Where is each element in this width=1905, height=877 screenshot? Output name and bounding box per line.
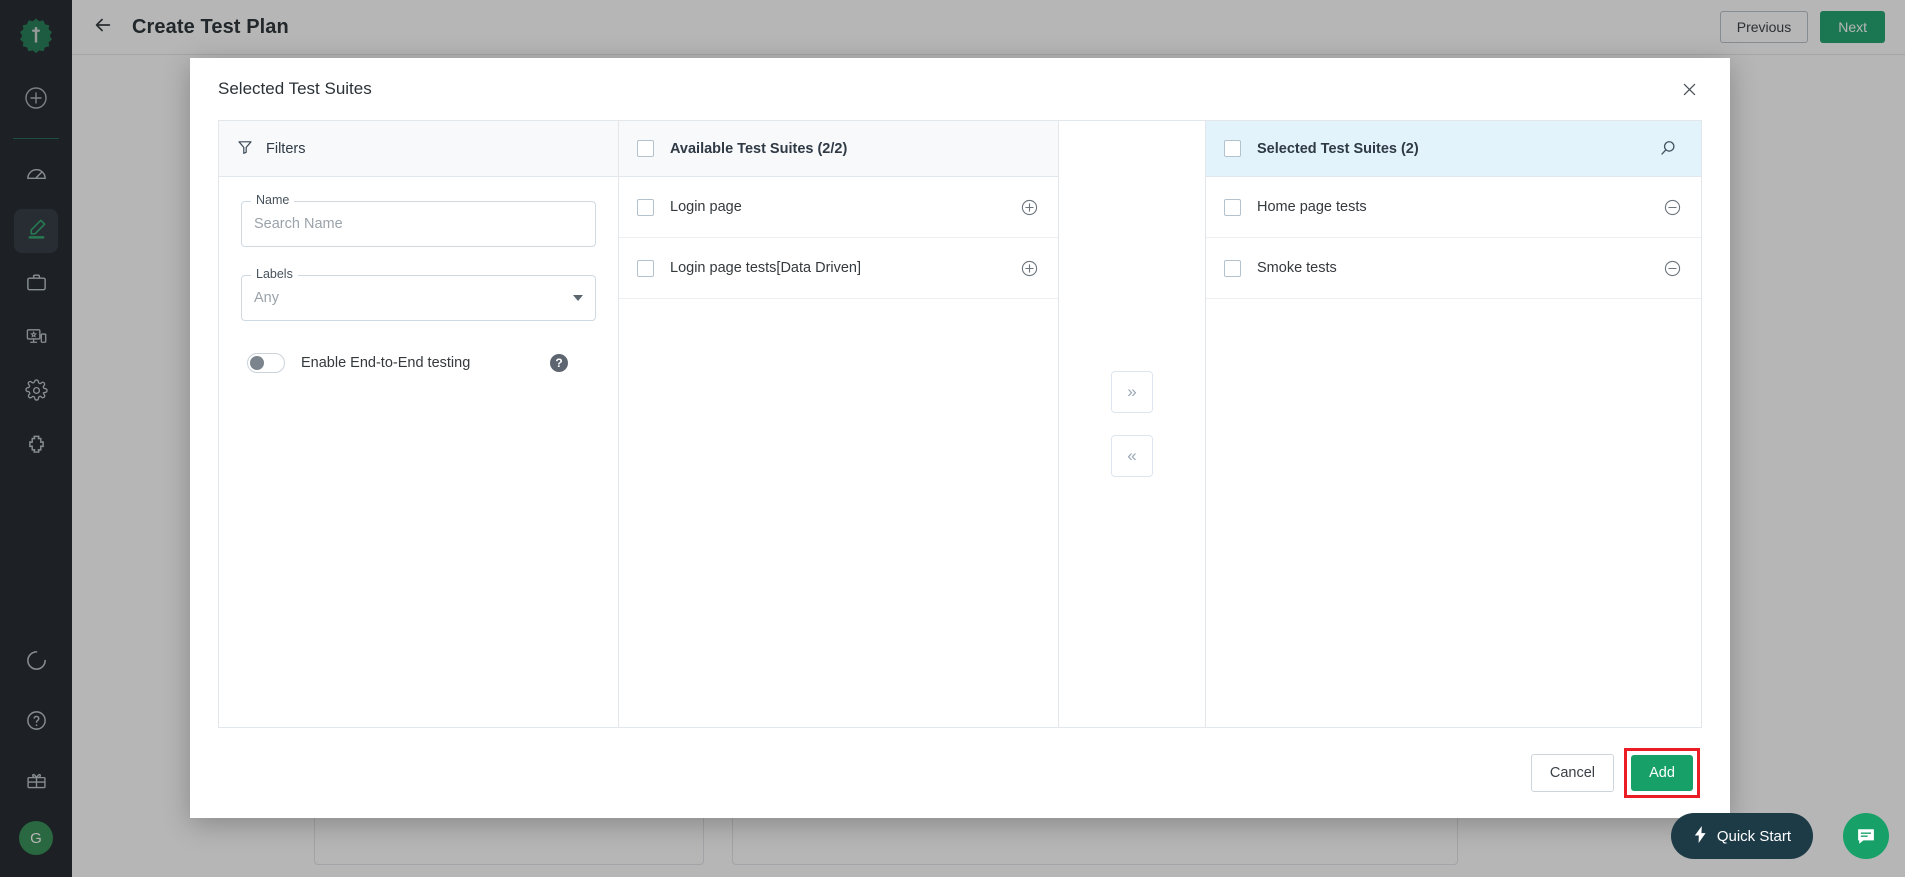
chevron-down-icon — [573, 295, 583, 301]
available-select-all-checkbox[interactable] — [637, 140, 654, 157]
dialog-footer: Cancel Add — [190, 728, 1730, 818]
enable-end-to-end-label: Enable End-to-End testing — [301, 355, 471, 371]
name-field-legend: Name — [251, 193, 295, 207]
selected-list: Home page tests Smoke tests — [1206, 177, 1701, 727]
labels-select[interactable]: Any — [241, 275, 596, 321]
selected-row-label: Smoke tests — [1257, 260, 1337, 276]
lightning-bolt-icon — [1693, 825, 1708, 847]
labels-filter-field: Labels Any — [241, 267, 596, 321]
selected-header: Selected Test Suites (2) — [1206, 121, 1701, 177]
funnel-filter-icon — [237, 139, 253, 159]
filters-body: Name Search Name Labels Any Enable End-t… — [219, 177, 618, 373]
enable-end-to-end-toggle[interactable] — [247, 353, 285, 373]
minus-circle-outline-icon[interactable] — [1661, 257, 1683, 279]
search-name-placeholder: Search Name — [254, 216, 343, 232]
chat-bubble-icon[interactable] — [1843, 813, 1889, 859]
list-item[interactable]: Home page tests — [1206, 177, 1701, 238]
available-header-label: Available Test Suites (2/2) — [670, 140, 848, 157]
help-circle-icon[interactable]: ? — [550, 354, 568, 372]
list-item[interactable]: Smoke tests — [1206, 238, 1701, 299]
end-to-end-toggle-row: Enable End-to-End testing ? — [241, 349, 596, 373]
add-button[interactable]: Add — [1631, 755, 1693, 791]
add-button-highlight: Add — [1624, 748, 1700, 798]
selected-test-suites-panel: Selected Test Suites (2) Home page tests — [1206, 121, 1701, 727]
filters-panel: Filters Name Search Name Labels Any Enab… — [219, 121, 619, 727]
selected-header-label: Selected Test Suites (2) — [1257, 140, 1419, 157]
quick-start-button[interactable]: Quick Start — [1670, 813, 1813, 859]
move-left-button[interactable]: « — [1111, 435, 1153, 477]
selected-row-label: Home page tests — [1257, 199, 1367, 215]
plus-circle-outline-icon[interactable] — [1018, 257, 1040, 279]
plus-circle-outline-icon[interactable] — [1018, 196, 1040, 218]
filters-heading: Filters — [266, 140, 306, 157]
transfer-controls: » « — [1059, 121, 1206, 727]
labels-field-legend: Labels — [251, 267, 298, 281]
filters-header: Filters — [219, 121, 618, 177]
list-item[interactable]: Login page — [619, 177, 1058, 238]
dialog-body: Filters Name Search Name Labels Any Enab… — [218, 120, 1702, 728]
available-row-label: Login page — [670, 199, 742, 215]
available-list: Login page Login page tests[Data Driven] — [619, 177, 1058, 727]
search-name-input[interactable]: Search Name — [241, 201, 596, 247]
search-icon[interactable] — [1658, 139, 1677, 158]
cancel-button[interactable]: Cancel — [1530, 754, 1614, 792]
selected-row-checkbox[interactable] — [1224, 259, 1241, 277]
available-header: Available Test Suites (2/2) — [619, 121, 1058, 177]
selected-select-all-checkbox[interactable] — [1224, 140, 1241, 157]
dialog-title: Selected Test Suites — [218, 79, 372, 98]
quick-start-label: Quick Start — [1716, 827, 1791, 845]
app-root: G Create Test Plan Previous Next Selecte… — [0, 0, 1905, 877]
labels-selected-value: Any — [254, 290, 279, 306]
minus-circle-outline-icon[interactable] — [1661, 196, 1683, 218]
list-item[interactable]: Login page tests[Data Driven] — [619, 238, 1058, 299]
selected-test-suites-dialog: Selected Test Suites Filters Name Search… — [190, 58, 1730, 818]
dialog-header: Selected Test Suites — [190, 58, 1730, 120]
move-right-button[interactable]: » — [1111, 371, 1153, 413]
close-icon[interactable] — [1674, 74, 1704, 104]
available-row-label: Login page tests[Data Driven] — [670, 260, 862, 276]
available-row-checkbox[interactable] — [637, 259, 654, 277]
selected-row-checkbox[interactable] — [1224, 198, 1241, 216]
available-row-checkbox[interactable] — [637, 198, 654, 216]
available-test-suites-panel: Available Test Suites (2/2) Login page L… — [619, 121, 1059, 727]
name-filter-field: Name Search Name — [241, 193, 596, 247]
